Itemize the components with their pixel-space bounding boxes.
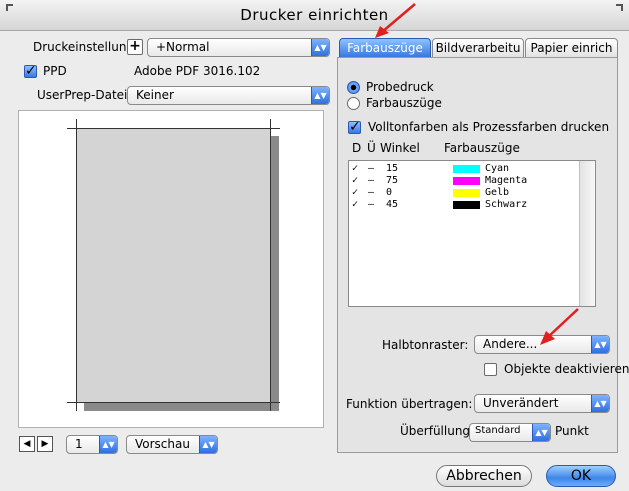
annotation-arrow-halftone: [540, 308, 579, 345]
trapping-unit: Punkt: [555, 424, 589, 438]
window-title: Drucker einrichten: [240, 6, 389, 24]
halftone-label: Halbtonraster:: [382, 338, 469, 352]
plate-list-scrollbar[interactable]: [579, 161, 595, 306]
preset-select[interactable]: +Normal ▲▼: [147, 38, 330, 57]
trapping-select[interactable]: Standard ▲▼: [469, 423, 551, 442]
plate-row-angle: 0: [386, 187, 393, 198]
trapping-select-value: Standard: [475, 425, 521, 436]
spot-to-process-label: Volltonfarben als Prozessfarben drucken: [368, 120, 610, 134]
popup-arrows-icon: ▲▼: [311, 39, 329, 56]
popup-arrows-icon: ▲▼: [591, 395, 609, 412]
transfer-function-value: Unverändert: [483, 396, 559, 410]
userprep-label: UserPrep-Datei:: [37, 88, 132, 102]
page-number-value: 1: [75, 437, 83, 451]
plate-row-check: ✓: [352, 175, 359, 186]
crop-mark-left: [76, 119, 77, 411]
plate-row-name: Cyan: [485, 163, 510, 174]
plate-color-swatch: [453, 177, 480, 185]
title-bar: Drucker einrichten: [0, 0, 629, 31]
plate-row-check: ✓: [352, 187, 359, 198]
popup-arrows-icon: ▲▼: [591, 336, 609, 353]
page-prev-icon[interactable]: ◀: [19, 436, 35, 452]
userprep-select-value: Keiner: [136, 88, 174, 102]
ppd-checkbox[interactable]: [24, 63, 37, 79]
add-preset-button[interactable]: +: [127, 39, 143, 55]
plate-color-swatch: [453, 201, 480, 209]
plate-row-angle: 75: [386, 175, 399, 186]
plate-row-check: ✓: [352, 199, 359, 210]
annotation-arrow-tab: [375, 3, 416, 38]
view-mode-value: Vorschau: [135, 437, 190, 451]
radio-separations-label: Farbauszüge: [366, 96, 442, 110]
radio-separations[interactable]: [347, 97, 360, 110]
plate-row-dash: –: [368, 187, 375, 198]
disable-objects-label: Objekte deaktivieren: [504, 362, 629, 376]
popup-arrows-icon: ▲▼: [311, 87, 329, 104]
page-sheet: [76, 128, 271, 403]
view-mode-select[interactable]: Vorschau ▲▼: [126, 435, 218, 454]
trapping-label: Überfüllung:: [400, 424, 475, 438]
plate-row-dash: –: [368, 199, 375, 210]
disable-objects-checkbox[interactable]: [484, 363, 497, 376]
column-header-u: Ü: [367, 141, 376, 155]
plate-color-swatch: [453, 189, 480, 197]
plate-row-angle: 15: [386, 163, 399, 174]
plate-row-name: Schwarz: [485, 199, 528, 210]
page-next-icon[interactable]: ▶: [37, 436, 53, 452]
plate-row-check: ✓: [352, 163, 359, 174]
plate-row-name: Gelb: [485, 187, 510, 198]
spot-to-process-checkbox[interactable]: [348, 119, 361, 135]
tab-image-processing[interactable]: Bildverarbeitu: [432, 38, 524, 58]
column-header-plate: Farbauszüge: [444, 141, 520, 155]
transfer-function-label: Funktion übertragen:: [346, 397, 473, 411]
popup-arrows-icon: ▲▼: [199, 436, 217, 453]
popup-arrows-icon: ▲▼: [99, 436, 117, 453]
crop-mark-top: [67, 128, 280, 129]
popup-arrows-icon: ▲▼: [532, 424, 550, 441]
window-corner-right: [616, 4, 623, 11]
radio-proof[interactable]: [347, 81, 360, 94]
plate-row-dash: –: [368, 163, 375, 174]
userprep-select[interactable]: Keiner ▲▼: [127, 86, 330, 105]
plate-row-angle: 45: [386, 199, 399, 210]
crop-mark-bottom: [67, 402, 280, 403]
column-header-angle: Winkel: [380, 141, 420, 155]
crop-mark-right: [270, 119, 271, 411]
ppd-label: PPD: [43, 64, 67, 78]
radio-proof-label: Probedruck: [366, 80, 434, 94]
ok-button[interactable]: OK: [546, 465, 616, 487]
tab-paper-setup[interactable]: Papier einrich: [525, 38, 618, 58]
preset-label: Druckeinstellung:: [33, 40, 139, 54]
column-header-d: D: [352, 141, 362, 155]
plate-row-name: Magenta: [485, 175, 528, 186]
plate-row-dash: –: [368, 175, 375, 186]
cancel-button[interactable]: Abbrechen: [436, 465, 532, 487]
page-preview: [18, 110, 324, 428]
preset-select-value: +Normal: [156, 40, 210, 54]
page-number-select[interactable]: 1 ▲▼: [66, 435, 118, 454]
ppd-value: Adobe PDF 3016.102: [134, 64, 261, 78]
transfer-function-select[interactable]: Unverändert ▲▼: [474, 394, 610, 413]
plate-color-swatch: [453, 165, 480, 173]
